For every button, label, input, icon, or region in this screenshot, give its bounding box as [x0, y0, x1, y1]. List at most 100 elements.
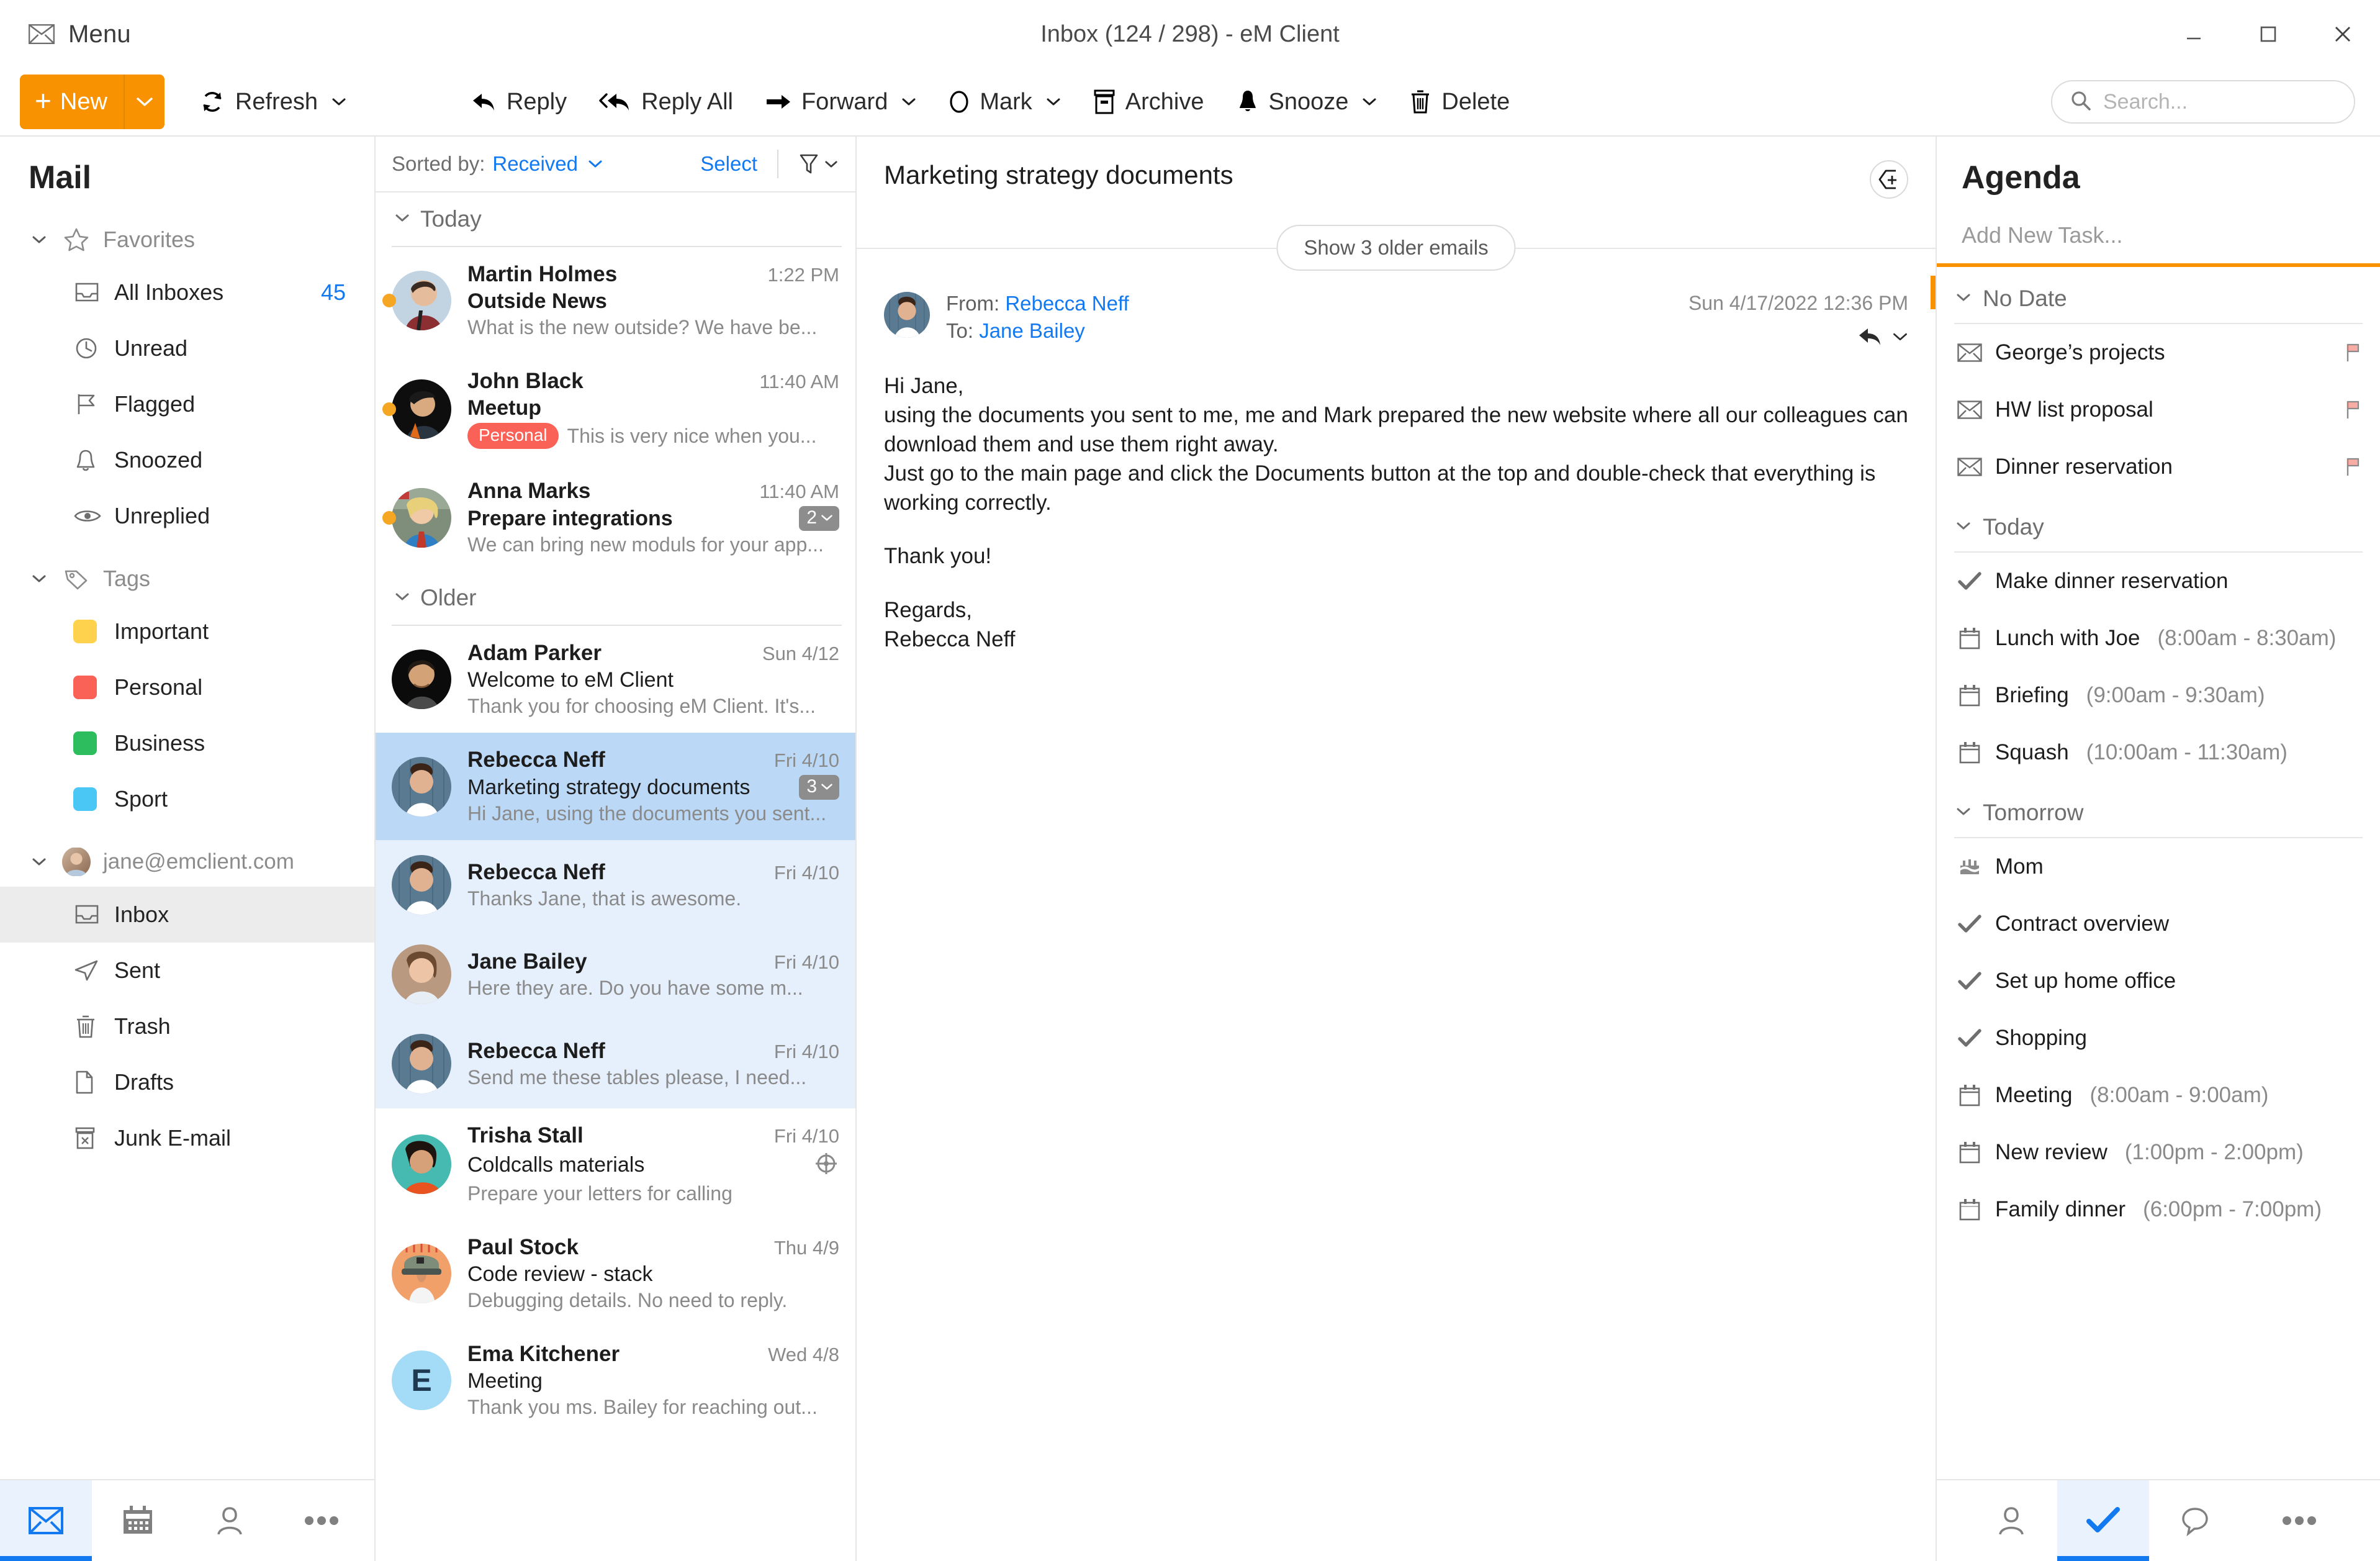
list-item[interactable]: Dinner reservation — [1937, 438, 2380, 495]
forward-button[interactable]: Forward — [749, 68, 932, 136]
bottom-tab-mail[interactable] — [0, 1480, 92, 1561]
mail-group-older[interactable]: Older — [376, 571, 855, 620]
refresh-button[interactable]: Refresh — [183, 68, 363, 136]
sidebar-item-sent[interactable]: Sent — [0, 943, 374, 998]
mail-preview: Here they are. Do you have some m... — [467, 977, 803, 1000]
table-row[interactable]: Trisha Stall Fri 4/10 Coldcalls material… — [376, 1108, 855, 1220]
snooze-button[interactable]: Snooze — [1220, 68, 1394, 136]
list-item[interactable]: Set up home office — [1937, 952, 2380, 1010]
list-item[interactable]: George’s projects — [1937, 324, 2380, 381]
sidebar-item-drafts[interactable]: Drafts — [0, 1054, 374, 1110]
avatar — [392, 271, 451, 330]
flag-icon[interactable] — [2345, 457, 2361, 477]
mail-preview: Thank you for choosing eM Client. It's..… — [467, 695, 816, 718]
minimize-button[interactable] — [2157, 0, 2231, 68]
thread-count-badge[interactable]: 3 — [799, 775, 839, 800]
reply-all-button[interactable]: Reply All — [583, 68, 749, 136]
filter-icon[interactable] — [798, 152, 838, 176]
bottom-tab-tasks[interactable] — [2057, 1480, 2149, 1561]
bottom-tab-more[interactable] — [2253, 1480, 2345, 1561]
list-item[interactable]: Squash (10:00am - 11:30am) — [1937, 724, 2380, 781]
reply-button[interactable]: Reply — [456, 68, 583, 136]
table-row[interactable]: Adam Parker Sun 4/12 Welcome to eM Clien… — [376, 626, 855, 733]
sidebar-item-label: All Inboxes — [114, 279, 223, 305]
status-badge: Personal — [467, 423, 559, 449]
menu-button[interactable]: Menu — [29, 20, 131, 48]
sidebar-item-flagged[interactable]: Flagged — [0, 376, 374, 432]
table-row[interactable]: Rebecca Neff Fri 4/10 Marketing strategy… — [376, 733, 855, 840]
thread-count-badge[interactable]: 2 — [799, 506, 839, 531]
new-button[interactable]: + New — [20, 75, 165, 129]
table-row[interactable]: Anna Marks 11:40 AM Prepare integrations… — [376, 464, 855, 571]
list-item[interactable]: Family dinner (6:00pm - 7:00pm) — [1937, 1181, 2380, 1238]
sidebar-group-favorites[interactable]: Favorites — [0, 215, 374, 265]
sidebar-group-tags[interactable]: Tags — [0, 554, 374, 604]
select-button[interactable]: Select — [700, 152, 757, 176]
list-item[interactable]: Make dinner reservation — [1937, 553, 2380, 610]
reading-pane: Marketing strategy documents Show 3 olde… — [857, 137, 1937, 1561]
sidebar-item-inbox[interactable]: Inbox — [0, 887, 374, 943]
mail-subject: Code review - stack — [467, 1262, 653, 1287]
agenda-group-today[interactable]: Today — [1937, 495, 2380, 548]
message-reply-button[interactable] — [1857, 326, 1908, 347]
search-icon — [2070, 89, 2092, 115]
bottom-tab-contacts[interactable] — [1965, 1480, 2057, 1561]
close-button[interactable] — [2306, 0, 2380, 68]
sidebar-item-junk-email[interactable]: Junk E-mail — [0, 1110, 374, 1166]
list-item[interactable]: Mom — [1937, 838, 2380, 895]
sidebar-item-tag-sport[interactable]: Sport — [0, 771, 374, 827]
maximize-button[interactable] — [2231, 0, 2306, 68]
sidebar-item-all-inboxes[interactable]: All Inboxes 45 — [0, 265, 374, 320]
sidebar-item-unreplied[interactable]: Unreplied — [0, 488, 374, 544]
sidebar-item-trash[interactable]: Trash — [0, 998, 374, 1054]
sorted-by-value[interactable]: Received — [492, 152, 578, 176]
bottom-tab-more[interactable] — [276, 1480, 367, 1561]
forward-arrow-icon — [765, 93, 791, 111]
list-item[interactable]: Briefing (9:00am - 9:30am) — [1937, 667, 2380, 724]
list-item[interactable]: HW list proposal — [1937, 381, 2380, 438]
chevron-down-icon — [394, 591, 410, 605]
mark-button[interactable]: Mark — [932, 68, 1076, 136]
chevron-down-icon[interactable] — [588, 159, 603, 169]
list-item[interactable]: New review (1:00pm - 2:00pm) — [1937, 1124, 2380, 1181]
message-line: Regards, — [884, 596, 1908, 625]
to-name[interactable]: Jane Bailey — [979, 319, 1085, 342]
archive-button[interactable]: Archive — [1077, 68, 1220, 136]
bottom-tab-contacts[interactable] — [184, 1480, 276, 1561]
from-name[interactable]: Rebecca Neff — [1005, 292, 1129, 315]
sidebar-item-tag-business[interactable]: Business — [0, 715, 374, 771]
agenda-group-tomorrow[interactable]: Tomorrow — [1937, 781, 2380, 833]
table-row[interactable]: Rebecca Neff Fri 4/10 Thanks Jane, that … — [376, 840, 855, 930]
table-row[interactable]: Jane Bailey Fri 4/10 Here they are. Do y… — [376, 930, 855, 1019]
show-older-emails-area: Show 3 older emails — [857, 220, 1936, 276]
mail-time: Fri 4/10 — [765, 1041, 839, 1063]
flag-icon[interactable] — [2345, 400, 2361, 420]
search-input[interactable]: Search... — [2051, 80, 2355, 124]
sidebar-item-tag-important[interactable]: Important — [0, 604, 374, 659]
new-dropdown-button[interactable] — [125, 75, 165, 129]
sidebar-item-snoozed[interactable]: Snoozed — [0, 432, 374, 488]
add-tag-button[interactable] — [1870, 160, 1908, 199]
sidebar-item-tag-personal[interactable]: Personal — [0, 659, 374, 715]
sidebar-group-account[interactable]: jane@emclient.com — [0, 837, 374, 887]
agenda-group-no-date[interactable]: No Date — [1937, 267, 2380, 319]
table-row[interactable]: Paul Stock Thu 4/9 Code review - stack D… — [376, 1220, 855, 1327]
list-item[interactable]: Lunch with Joe (8:00am - 8:30am) — [1937, 610, 2380, 667]
bottom-tab-chat[interactable] — [2149, 1480, 2241, 1561]
bottom-tab-calendar[interactable] — [92, 1480, 184, 1561]
show-older-emails-button[interactable]: Show 3 older emails — [1276, 225, 1515, 271]
new-button-main[interactable]: + New — [20, 75, 125, 129]
table-row[interactable]: E Ema Kitchener Wed 4/8 Meeting Thank yo… — [376, 1327, 855, 1434]
table-row[interactable]: Rebecca Neff Fri 4/10 Send me these tabl… — [376, 1019, 855, 1108]
flag-icon[interactable] — [2345, 343, 2361, 363]
mail-group-today[interactable]: Today — [376, 192, 855, 241]
table-row[interactable]: John Black 11:40 AM Meetup Personal This… — [376, 354, 855, 464]
list-item[interactable]: Contract overview — [1937, 895, 2380, 952]
list-item[interactable]: Meeting (8:00am - 9:00am) — [1937, 1067, 2380, 1124]
sidebar-item-unread[interactable]: Unread — [0, 320, 374, 376]
delete-button[interactable]: Delete — [1393, 68, 1526, 136]
add-new-task-input[interactable]: Add New Task... — [1937, 212, 2380, 263]
table-row[interactable]: Martin Holmes 1:22 PM Outside News What … — [376, 247, 855, 354]
list-item[interactable]: Shopping — [1937, 1010, 2380, 1067]
sidebar-account-label: jane@emclient.com — [103, 849, 294, 874]
